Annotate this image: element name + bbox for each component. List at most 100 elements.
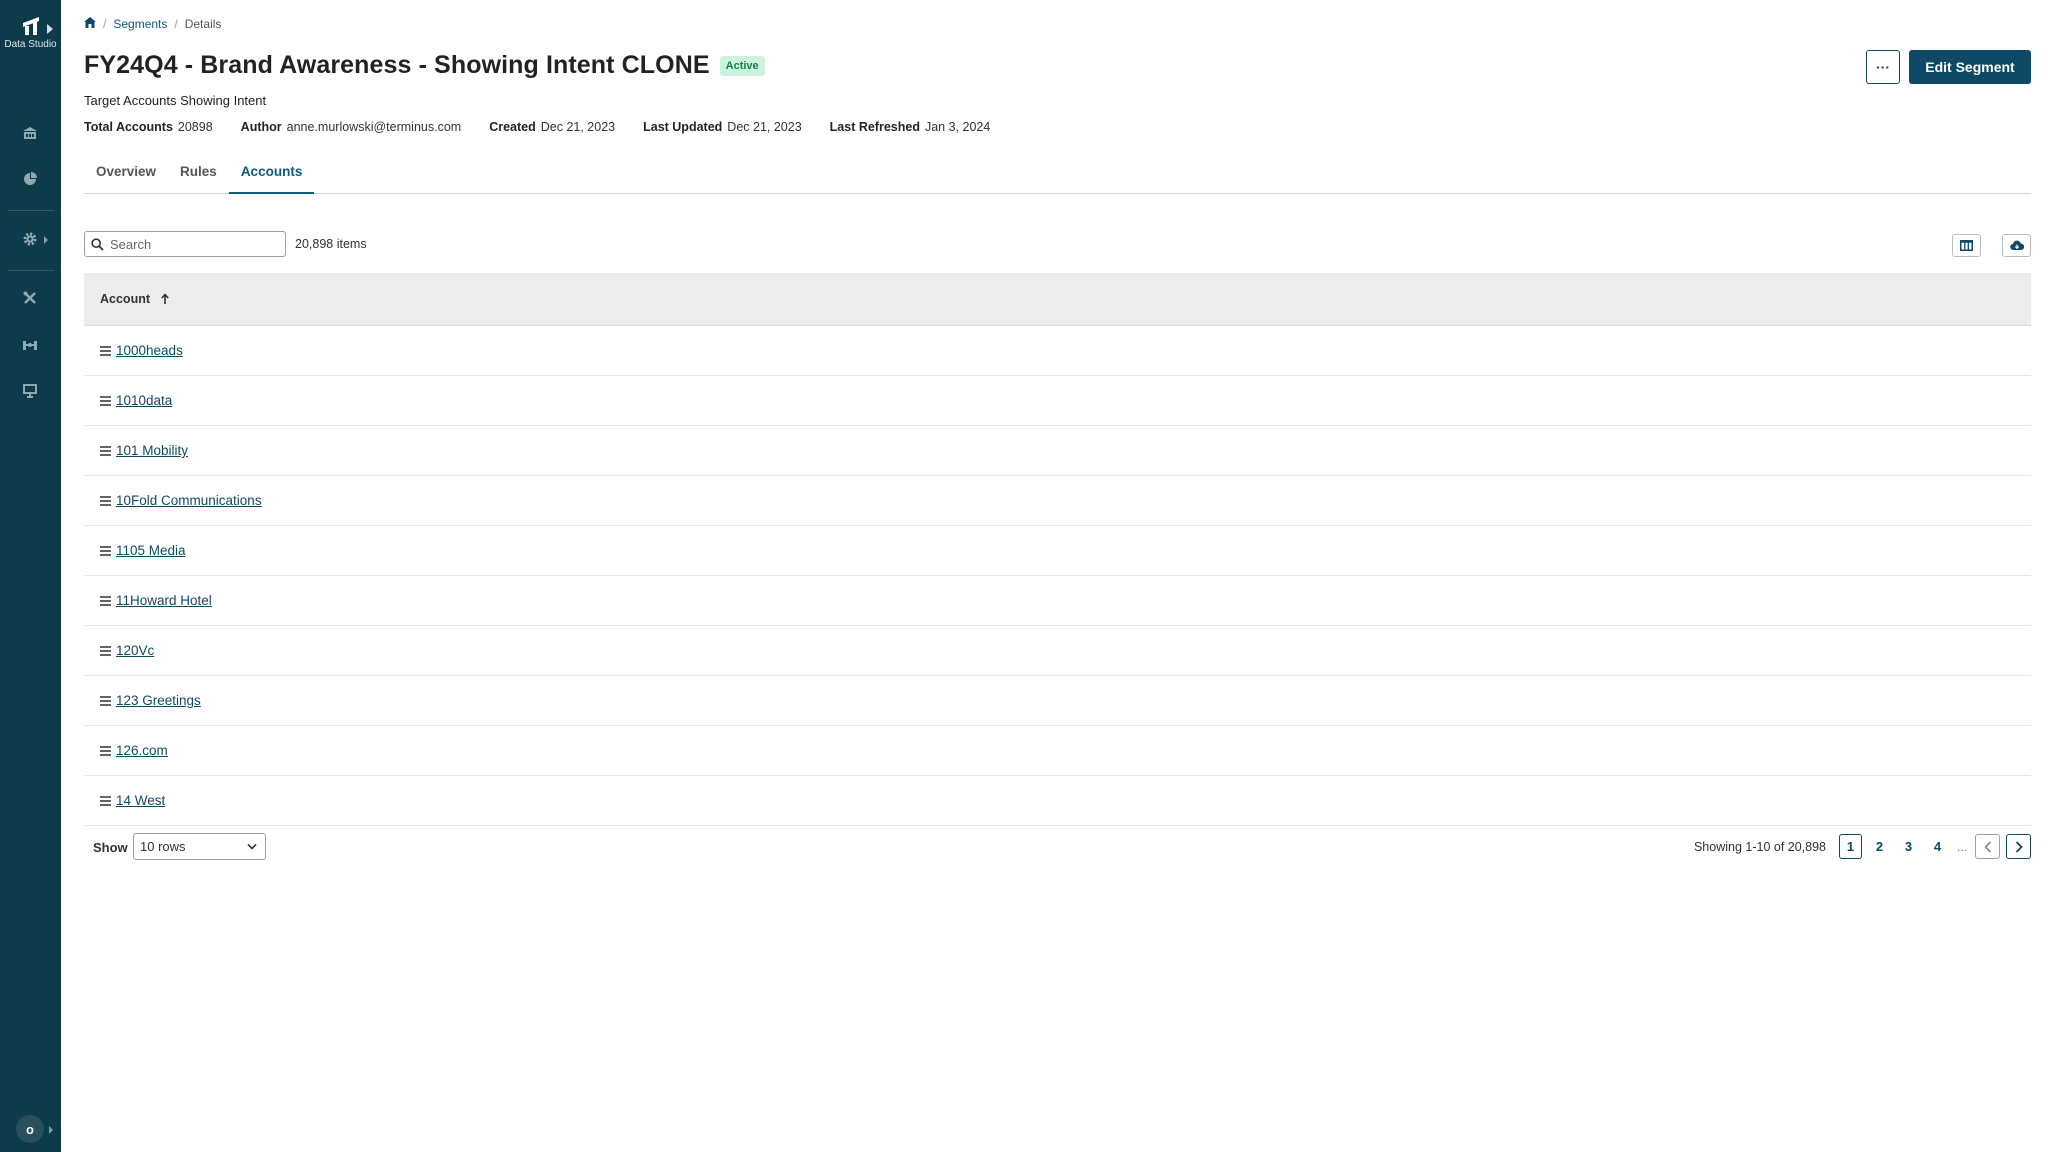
menu-icon[interactable] [100,645,111,656]
app-name: Data Studio [4,39,57,50]
export-button[interactable] [2002,234,2031,257]
settings-caret-icon [44,236,48,244]
account-link[interactable]: 1010data [116,393,172,408]
tab-rules[interactable]: Rules [168,162,229,194]
sidebar-item-integrations[interactable] [19,334,41,356]
table-row: 101 Mobility [84,426,2031,476]
user-caret-icon [49,1126,53,1134]
chevron-left-icon [1983,840,1991,853]
table-row: 14 West [84,776,2031,826]
connection-icon [23,341,37,350]
breadcrumb-current: Details [184,17,222,31]
menu-icon[interactable] [100,795,111,806]
sidebar: Data Studio o [0,0,61,1152]
meta-created: Created Dec 21, 2023 [489,120,616,134]
columns-icon [1960,240,1973,251]
table-header[interactable]: Account [84,273,2031,326]
account-link[interactable]: 126.com [116,743,168,758]
account-link[interactable]: 1000heads [116,343,183,358]
home-icon[interactable] [84,17,96,31]
menu-icon[interactable] [100,345,111,356]
menu-icon[interactable] [100,445,111,456]
table-row: 1000heads [84,326,2031,376]
cloud-download-icon [2009,240,2024,251]
sidebar-item-accounts[interactable] [19,122,41,144]
rows-per-page-value: 10 rows [140,839,186,854]
tab-overview[interactable]: Overview [84,162,168,194]
column-header-account[interactable]: Account [100,292,150,306]
tab-accounts[interactable]: Accounts [228,162,315,194]
sidebar-item-settings[interactable] [19,228,41,250]
account-link[interactable]: 14 West [116,793,165,808]
logo-icon [22,17,39,35]
sidebar-item-segments[interactable] [19,168,41,190]
main-content: / Segments / Details FY24Q4 - Brand Awar… [84,0,2031,1152]
sidebar-item-presentations[interactable] [19,380,41,402]
sidebar-divider [8,210,54,211]
meta-last-refreshed: Last Refreshed Jan 3, 2024 [829,120,991,134]
logo-caret-icon [47,24,53,34]
account-link[interactable]: 10Fold Communications [116,493,262,508]
account-link[interactable]: 120Vc [116,643,154,658]
status-badge: Active [719,55,765,76]
more-actions-button[interactable]: ··· [1866,50,1900,84]
search-input[interactable] [110,236,270,252]
segment-meta: Total Accounts 20898 Author anne.murlowski… [84,120,990,134]
breadcrumb-separator: / [174,17,178,31]
item-count: 20,898 items [295,237,367,251]
table-row: 120Vc [84,626,2031,676]
account-link[interactable]: 11Howard Hotel [116,593,212,608]
pagination-ellipsis: ... [1956,839,1967,854]
account-link[interactable]: 101 Mobility [116,443,188,458]
menu-icon[interactable] [100,695,111,706]
account-link[interactable]: 123 Greetings [116,693,201,708]
table-row: 1010data [84,376,2031,426]
page-4-button[interactable]: 4 [1926,834,1949,859]
meta-last-updated: Last Updated Dec 21, 2023 [643,120,802,134]
menu-icon[interactable] [100,745,111,756]
app-logo[interactable]: Data Studio [0,14,61,50]
rows-per-page-select[interactable]: 10 rows [133,833,266,860]
previous-page-button[interactable] [1975,834,2000,859]
building-icon [23,127,37,139]
breadcrumb: / Segments / Details [84,17,221,31]
table-row: 123 Greetings [84,676,2031,726]
page-1-button[interactable]: 1 [1839,834,1862,859]
edit-segment-button[interactable]: Edit Segment [1909,50,2031,84]
next-page-button[interactable] [2006,834,2031,859]
show-rows-label: Show [93,840,128,855]
sidebar-divider [8,270,54,271]
table-row: 10Fold Communications [84,476,2031,526]
sidebar-item-tools[interactable] [19,287,41,309]
segment-description: Target Accounts Showing Intent [84,93,267,108]
account-link[interactable]: 1105 Media [116,543,186,558]
tools-icon [23,291,36,304]
presentation-icon [23,384,37,398]
page-2-button[interactable]: 2 [1868,834,1891,859]
accounts-table: Account 1000heads 1010data 101 Mobility 10F… [84,273,2031,826]
pagination: 1 2 3 4 ... [1839,834,2031,859]
menu-icon[interactable] [100,595,111,606]
menu-icon[interactable] [100,545,111,556]
menu-icon[interactable] [100,495,111,506]
user-avatar[interactable]: o [16,1115,44,1143]
search-icon [91,237,104,251]
columns-button[interactable] [1952,234,1981,257]
page-3-button[interactable]: 3 [1897,834,1920,859]
breadcrumb-segments-link[interactable]: Segments [113,17,167,31]
page-title: FY24Q4 - Brand Awareness - Showing Inten… [84,51,710,79]
pie-chart-icon [24,172,37,185]
table-row: 1105 Media [84,526,2031,576]
search-field[interactable] [84,231,286,257]
pagination-summary: Showing 1-10 of 20,898 [1693,840,1826,854]
meta-author: Author anne.murlowski@terminus.com [240,120,462,134]
table-row: 11Howard Hotel [84,576,2031,626]
table-row: 126.com [84,726,2031,776]
menu-icon[interactable] [100,395,111,406]
chevron-down-icon [247,843,257,850]
breadcrumb-separator: / [103,17,107,31]
meta-total-accounts: Total Accounts 20898 [84,120,213,134]
sort-ascending-icon[interactable] [160,293,170,305]
chevron-right-icon [2015,840,2023,853]
title-row: FY24Q4 - Brand Awareness - Showing Inten… [84,51,765,80]
